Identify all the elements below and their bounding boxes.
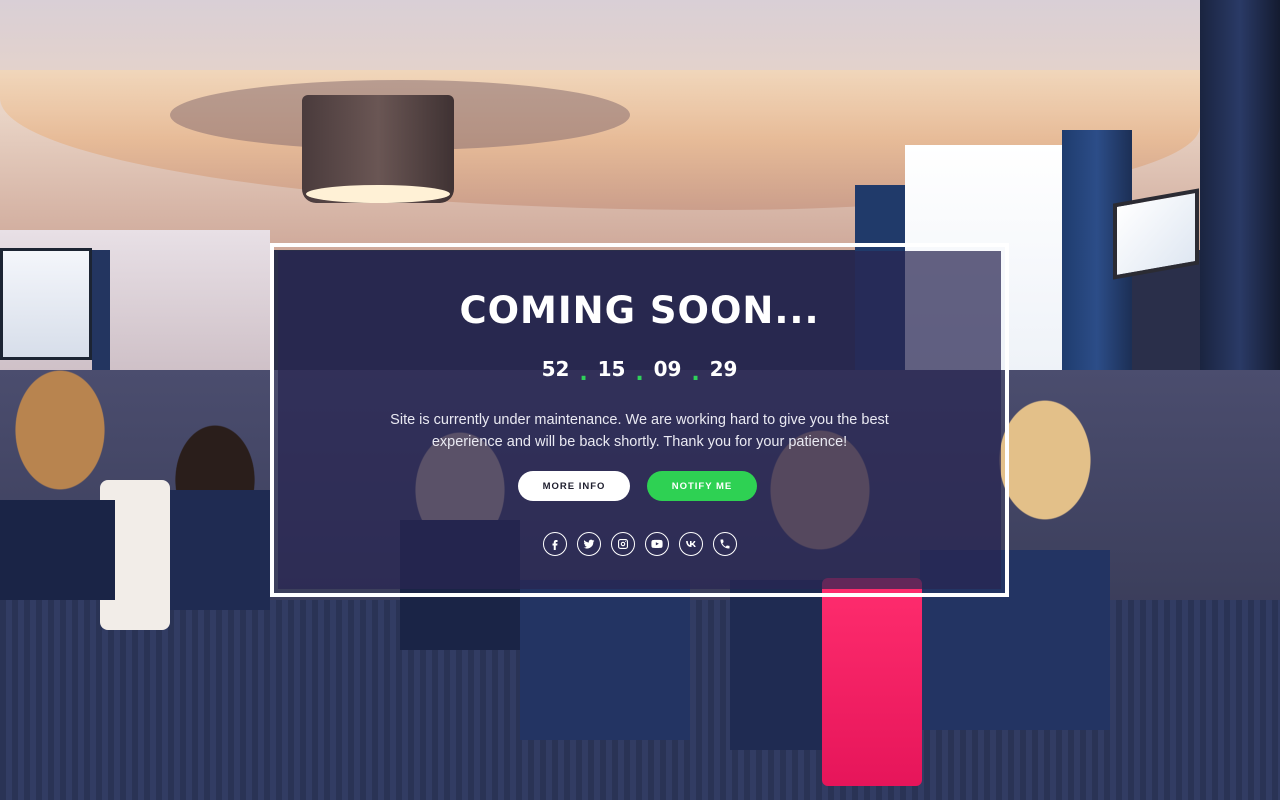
countdown-separator: .	[691, 361, 700, 386]
youtube-icon[interactable]	[644, 532, 669, 556]
countdown-hours: 15	[597, 357, 626, 381]
page-title: COMING SOON...	[459, 289, 820, 332]
social-links	[278, 532, 1001, 556]
projection-screen	[0, 248, 92, 360]
instagram-icon[interactable]	[610, 532, 635, 556]
countdown-days: 52	[541, 357, 570, 381]
countdown-seconds: 29	[709, 357, 738, 381]
message-line: experience and will be back shortly. Tha…	[431, 434, 848, 450]
studio-light	[1113, 188, 1199, 280]
countdown-separator: .	[635, 361, 644, 386]
vk-icon[interactable]	[678, 532, 703, 556]
pendant-lamp	[302, 95, 454, 203]
countdown-separator: .	[579, 361, 588, 386]
countdown-timer: 52 . 15 . 09 . 29	[278, 357, 1001, 386]
facebook-icon[interactable]	[542, 532, 567, 556]
phone-icon[interactable]	[712, 532, 737, 556]
coming-soon-panel: COMING SOON... 52 . 15 . 09 . 29 Site is…	[270, 243, 1009, 597]
pink-scarf	[822, 578, 922, 786]
twitter-icon[interactable]	[576, 532, 601, 556]
countdown-minutes: 09	[653, 357, 682, 381]
message-line: Site is currently under maintenance. We …	[390, 412, 889, 428]
more-info-button[interactable]: MORE INFO	[518, 471, 630, 501]
notify-me-button[interactable]: NOTIFY ME	[647, 471, 757, 501]
maintenance-message: Site is currently under maintenance. We …	[388, 409, 891, 453]
panel-overlay: COMING SOON... 52 . 15 . 09 . 29 Site is…	[278, 251, 1001, 589]
